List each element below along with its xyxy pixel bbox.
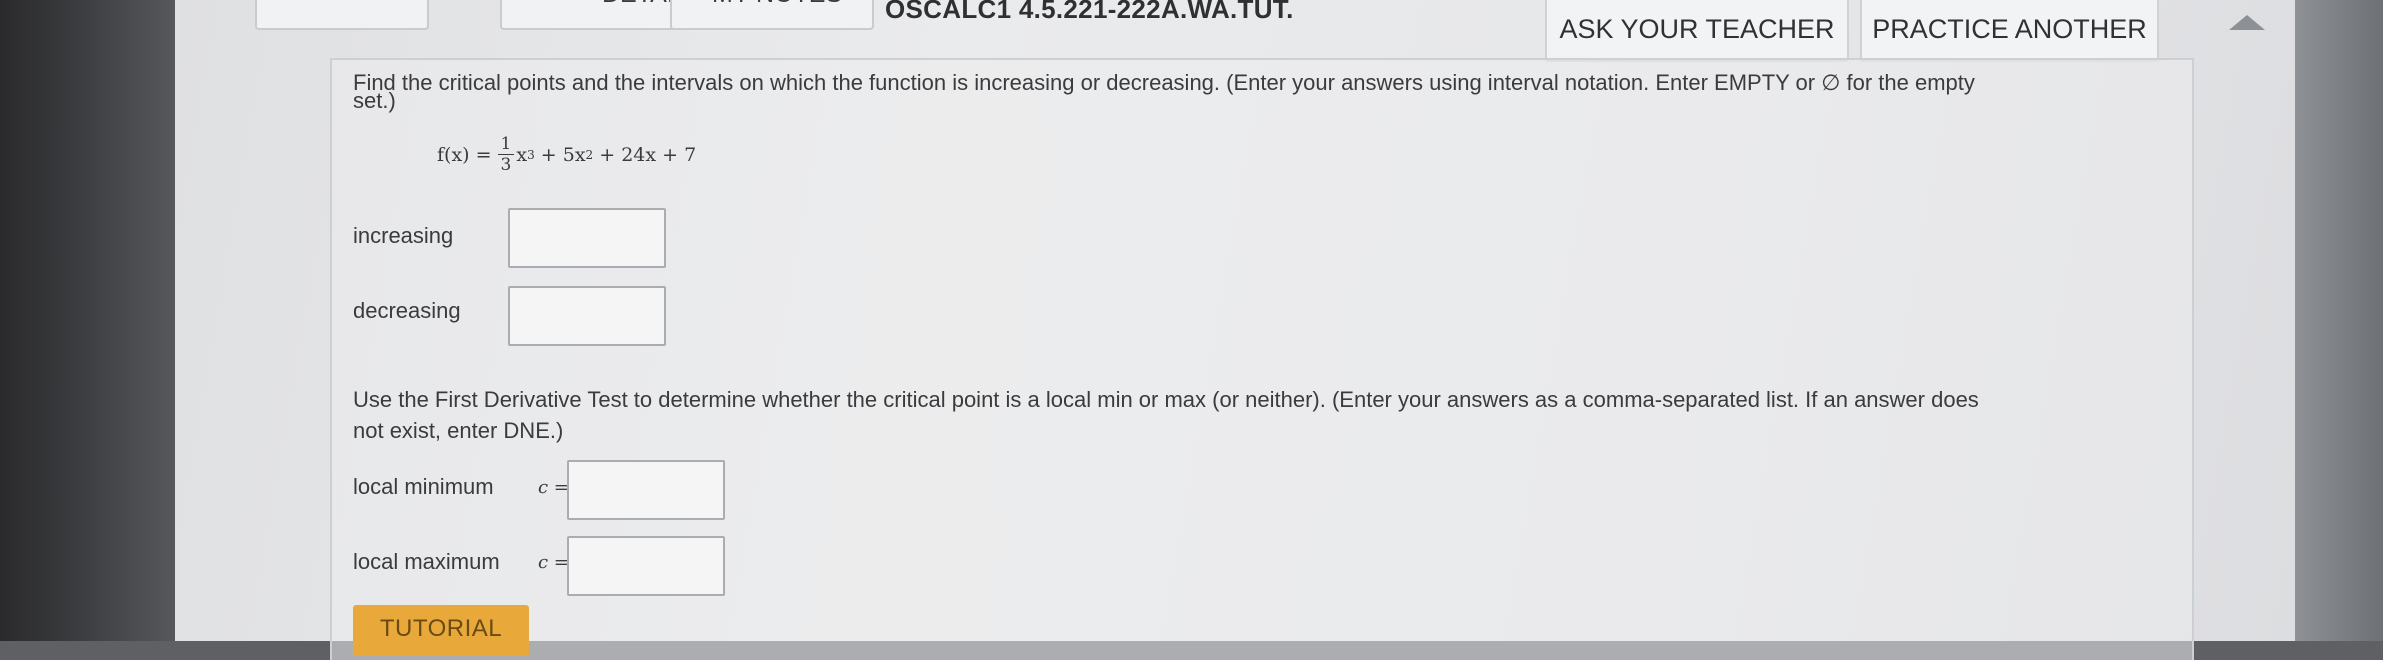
collapse-arrow-icon[interactable] [2229, 15, 2265, 30]
webassign-question-screen: DETAILS MY NOTES OSCALC1 4.5.221-222A.WA… [175, 0, 2295, 660]
ask-your-teacher-button[interactable]: ASK YOUR TEACHER [1545, 0, 1849, 62]
header-left-tab[interactable] [255, 0, 429, 30]
assignment-id: OSCALC1 4.5.221-222A.WA.TUT. [885, 0, 1294, 24]
formula-lhs: f(x) = [437, 143, 492, 166]
term1-base: x [516, 143, 528, 166]
practice-another-label: PRACTICE ANOTHER [1872, 13, 2147, 44]
term1-exponent: 3 [527, 147, 535, 162]
decreasing-input[interactable] [508, 286, 666, 346]
part2-instructions-line1: Use the First Derivative Test to determi… [353, 387, 1979, 412]
local-maximum-label: local maximum [353, 549, 500, 574]
part1-instructions-line2: set.) [353, 88, 396, 113]
increasing-label: increasing [353, 223, 454, 248]
monitor-bezel-right [2293, 0, 2383, 641]
part1-instructions-line1: Find the critical points and the interva… [353, 70, 1975, 95]
term3: + 24x + 7 [599, 143, 697, 166]
increasing-input[interactable] [508, 208, 666, 268]
ask-your-teacher-label: ASK YOUR TEACHER [1559, 13, 1835, 44]
local-maximum-input[interactable] [567, 536, 725, 596]
term2-exponent: 2 [585, 147, 594, 162]
decreasing-label: decreasing [353, 298, 461, 323]
my-notes-tab-label: MY NOTES [712, 0, 842, 9]
term2: + 5x [540, 143, 586, 166]
formula-fraction: 1 3 [497, 134, 515, 175]
fraction-numerator: 1 [497, 134, 515, 155]
local-minimum-label: local minimum [353, 474, 494, 499]
local-max-c-equals: c = [538, 552, 569, 573]
tutorial-button[interactable]: TUTORIAL [353, 605, 529, 655]
tutorial-label: TUTORIAL [379, 615, 503, 642]
local-min-c-equals: c = [538, 477, 569, 498]
part2-instructions-line2: not exist, enter DNE.) [353, 418, 564, 443]
fraction-denominator: 3 [500, 155, 512, 175]
practice-another-button[interactable]: PRACTICE ANOTHER [1860, 0, 2159, 62]
my-notes-tab[interactable]: MY NOTES [670, 0, 874, 30]
monitor-bezel-left [0, 0, 190, 641]
function-formula: f(x) = 1 3 x3 + 5x 2 + 24x + 7 [437, 134, 696, 175]
local-minimum-input[interactable] [567, 460, 725, 520]
